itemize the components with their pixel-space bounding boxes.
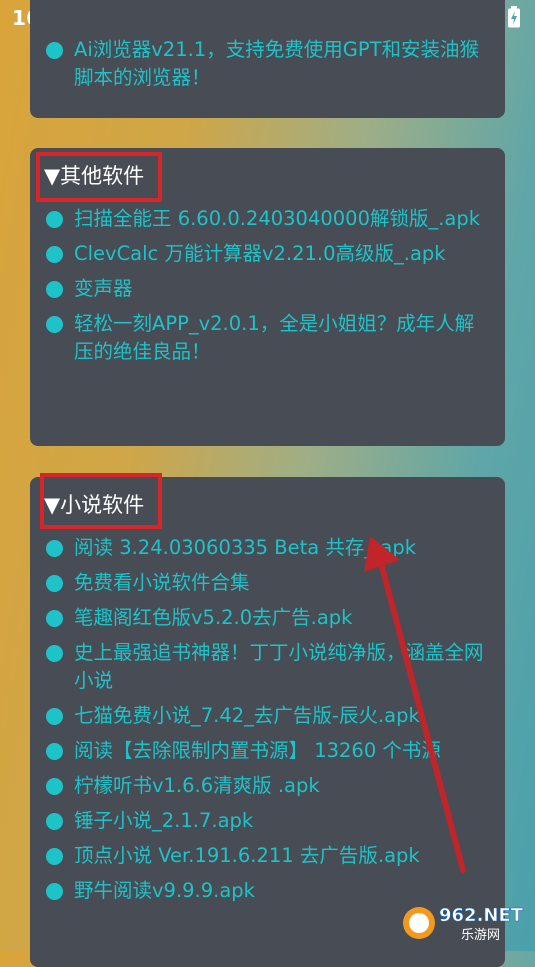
logo-icon: 962.NET 乐游网 [403, 905, 524, 943]
watermark-sub: 乐游网 [461, 928, 500, 943]
watermark-logo: 962.NET 乐游网 [399, 899, 529, 945]
annotation-arrow-icon [364, 536, 466, 873]
watermark-brand: 962.NET [439, 905, 524, 926]
